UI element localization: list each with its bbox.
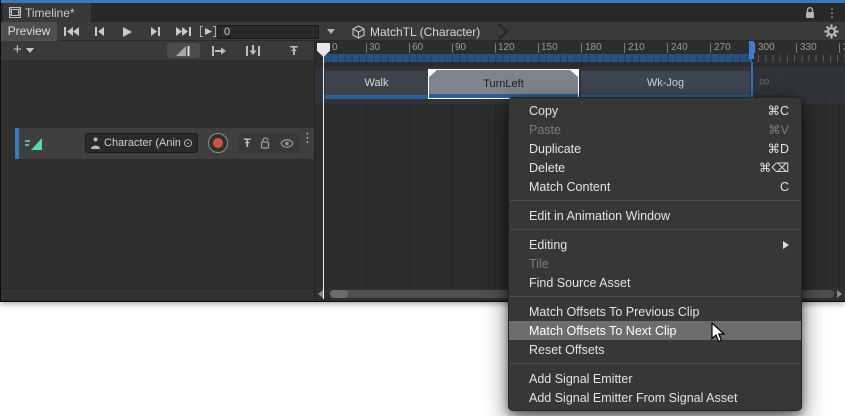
menu-item-add-signal-emitter-from-asset[interactable]: Add Signal Emitter From Signal Asset bbox=[509, 388, 801, 407]
menu-item-add-signal-emitter[interactable]: Add Signal Emitter bbox=[509, 369, 801, 388]
track-color-strip bbox=[15, 128, 19, 159]
breadcrumb-label: MatchTL (Character) bbox=[370, 25, 480, 39]
track-list-panel: Character (Animator) ⊙ Ŧ ⋮ bbox=[1, 60, 314, 288]
mix-mode-button[interactable] bbox=[167, 43, 200, 58]
film-icon bbox=[9, 7, 21, 18]
unlock-icon[interactable] bbox=[260, 137, 271, 149]
record-dot-icon bbox=[213, 138, 223, 148]
menu-item-copy[interactable]: Copy⌘C bbox=[509, 101, 801, 120]
cube-icon bbox=[352, 25, 365, 39]
scrollbar-zoom-handle[interactable] bbox=[330, 290, 348, 298]
animator-object-field[interactable]: Character (Animator) ⊙ bbox=[85, 133, 198, 153]
left-panel-bottom-bar bbox=[1, 288, 314, 300]
kebab-menu-icon[interactable]: ⋮ bbox=[826, 6, 838, 20]
add-track-button[interactable]: + bbox=[13, 42, 34, 58]
goto-start-button[interactable] bbox=[58, 22, 85, 41]
avatar-icon bbox=[90, 137, 101, 149]
menu-separator bbox=[509, 359, 801, 369]
breadcrumb[interactable]: MatchTL (Character) bbox=[342, 22, 480, 41]
toolbar: Preview bbox=[1, 22, 845, 41]
tab-bar: Timeline* ⋮ bbox=[1, 3, 845, 22]
replace-mode-icon bbox=[246, 45, 260, 56]
track-options-row: + Ŧ bbox=[1, 41, 314, 60]
play-icon bbox=[123, 27, 132, 37]
preview-button[interactable]: Preview bbox=[1, 22, 57, 41]
clip-context-menu: Copy⌘C Paste⌘V Duplicate⌘D Delete⌘⌫ Matc… bbox=[508, 97, 802, 411]
infinity-icon: ∞ bbox=[759, 73, 770, 90]
tab-title: Timeline* bbox=[25, 6, 75, 20]
frame-value: 0 bbox=[224, 26, 230, 38]
menu-item-duplicate[interactable]: Duplicate⌘D bbox=[509, 139, 801, 158]
track-kebab-icon[interactable]: ⋮ bbox=[301, 130, 314, 146]
clip-turnleft-selected[interactable]: TurnLeft bbox=[428, 69, 579, 99]
menu-item-delete[interactable]: Delete⌘⌫ bbox=[509, 158, 801, 177]
pin-icon: Ŧ bbox=[290, 43, 298, 58]
menu-item-paste: Paste⌘V bbox=[509, 120, 801, 139]
previous-frame-button[interactable] bbox=[86, 22, 113, 41]
ruler-origin-label: 0 bbox=[332, 42, 338, 53]
scroll-right-arrow-icon[interactable] bbox=[837, 290, 842, 298]
mouse-cursor bbox=[711, 322, 725, 343]
playhead-line bbox=[323, 56, 324, 299]
menu-item-match-content[interactable]: Match ContentC bbox=[509, 177, 801, 196]
breadcrumb-chevron-icon bbox=[497, 24, 509, 39]
menu-item-find-source-asset[interactable]: Find Source Asset bbox=[509, 273, 801, 292]
menu-item-reset-offsets[interactable]: Reset Offsets bbox=[509, 340, 801, 359]
play-range-icon bbox=[200, 26, 216, 37]
menu-item-match-offsets-next[interactable]: Match Offsets To Next Clip bbox=[509, 321, 801, 340]
menu-item-tile: Tile bbox=[509, 254, 801, 273]
tab-timeline[interactable]: Timeline* bbox=[3, 3, 91, 22]
chevron-down-icon bbox=[327, 29, 335, 34]
clip-walk[interactable]: Walk bbox=[325, 71, 428, 95]
mix-mode-icon bbox=[176, 46, 191, 56]
menu-separator bbox=[509, 292, 801, 302]
marker-pin-button[interactable]: Ŧ bbox=[282, 43, 306, 58]
menu-item-editing[interactable]: Editing bbox=[509, 235, 801, 254]
track-button-group: Ŧ bbox=[239, 133, 299, 153]
submenu-arrow-icon bbox=[783, 241, 789, 249]
gear-icon bbox=[824, 24, 839, 39]
animation-track-icon bbox=[25, 137, 43, 151]
pin-icon[interactable]: Ŧ bbox=[244, 136, 251, 150]
ease-out-handle[interactable] bbox=[570, 70, 578, 77]
plus-icon: + bbox=[13, 42, 22, 58]
next-frame-icon bbox=[151, 27, 160, 36]
ease-in-handle[interactable] bbox=[429, 70, 437, 77]
time-ruler[interactable]: 0 30 60 90 120 150 180 210 240 270 300 3… bbox=[315, 41, 845, 62]
track-header-character[interactable]: Character (Animator) ⊙ Ŧ ⋮ bbox=[15, 128, 314, 159]
ripple-mode-button[interactable] bbox=[204, 43, 234, 58]
eye-icon[interactable] bbox=[280, 139, 294, 148]
track-name: Character (Animator) bbox=[104, 137, 180, 149]
menu-item-match-offsets-previous[interactable]: Match Offsets To Previous Clip bbox=[509, 302, 801, 321]
clip-wkjog[interactable]: Wk-Jog bbox=[581, 71, 750, 95]
lock-icon[interactable] bbox=[804, 6, 816, 19]
menu-separator bbox=[509, 196, 801, 206]
goto-start-icon bbox=[64, 27, 79, 36]
object-picker-icon[interactable]: ⊙ bbox=[183, 136, 193, 150]
ripple-mode-icon bbox=[212, 46, 226, 56]
goto-end-icon bbox=[176, 27, 191, 36]
next-frame-button[interactable] bbox=[142, 22, 169, 41]
play-range-button[interactable] bbox=[198, 22, 218, 41]
frame-field[interactable]: 0 bbox=[217, 25, 319, 39]
play-button[interactable] bbox=[114, 22, 141, 41]
frame-field-dropdown[interactable] bbox=[327, 29, 335, 34]
previous-frame-icon bbox=[95, 27, 104, 36]
chevron-down-icon bbox=[26, 48, 34, 53]
record-button[interactable] bbox=[208, 133, 228, 153]
goto-end-button[interactable] bbox=[170, 22, 197, 41]
menu-separator bbox=[509, 225, 801, 235]
menu-item-edit-in-animation-window[interactable]: Edit in Animation Window bbox=[509, 206, 801, 225]
replace-mode-button[interactable] bbox=[238, 43, 268, 58]
